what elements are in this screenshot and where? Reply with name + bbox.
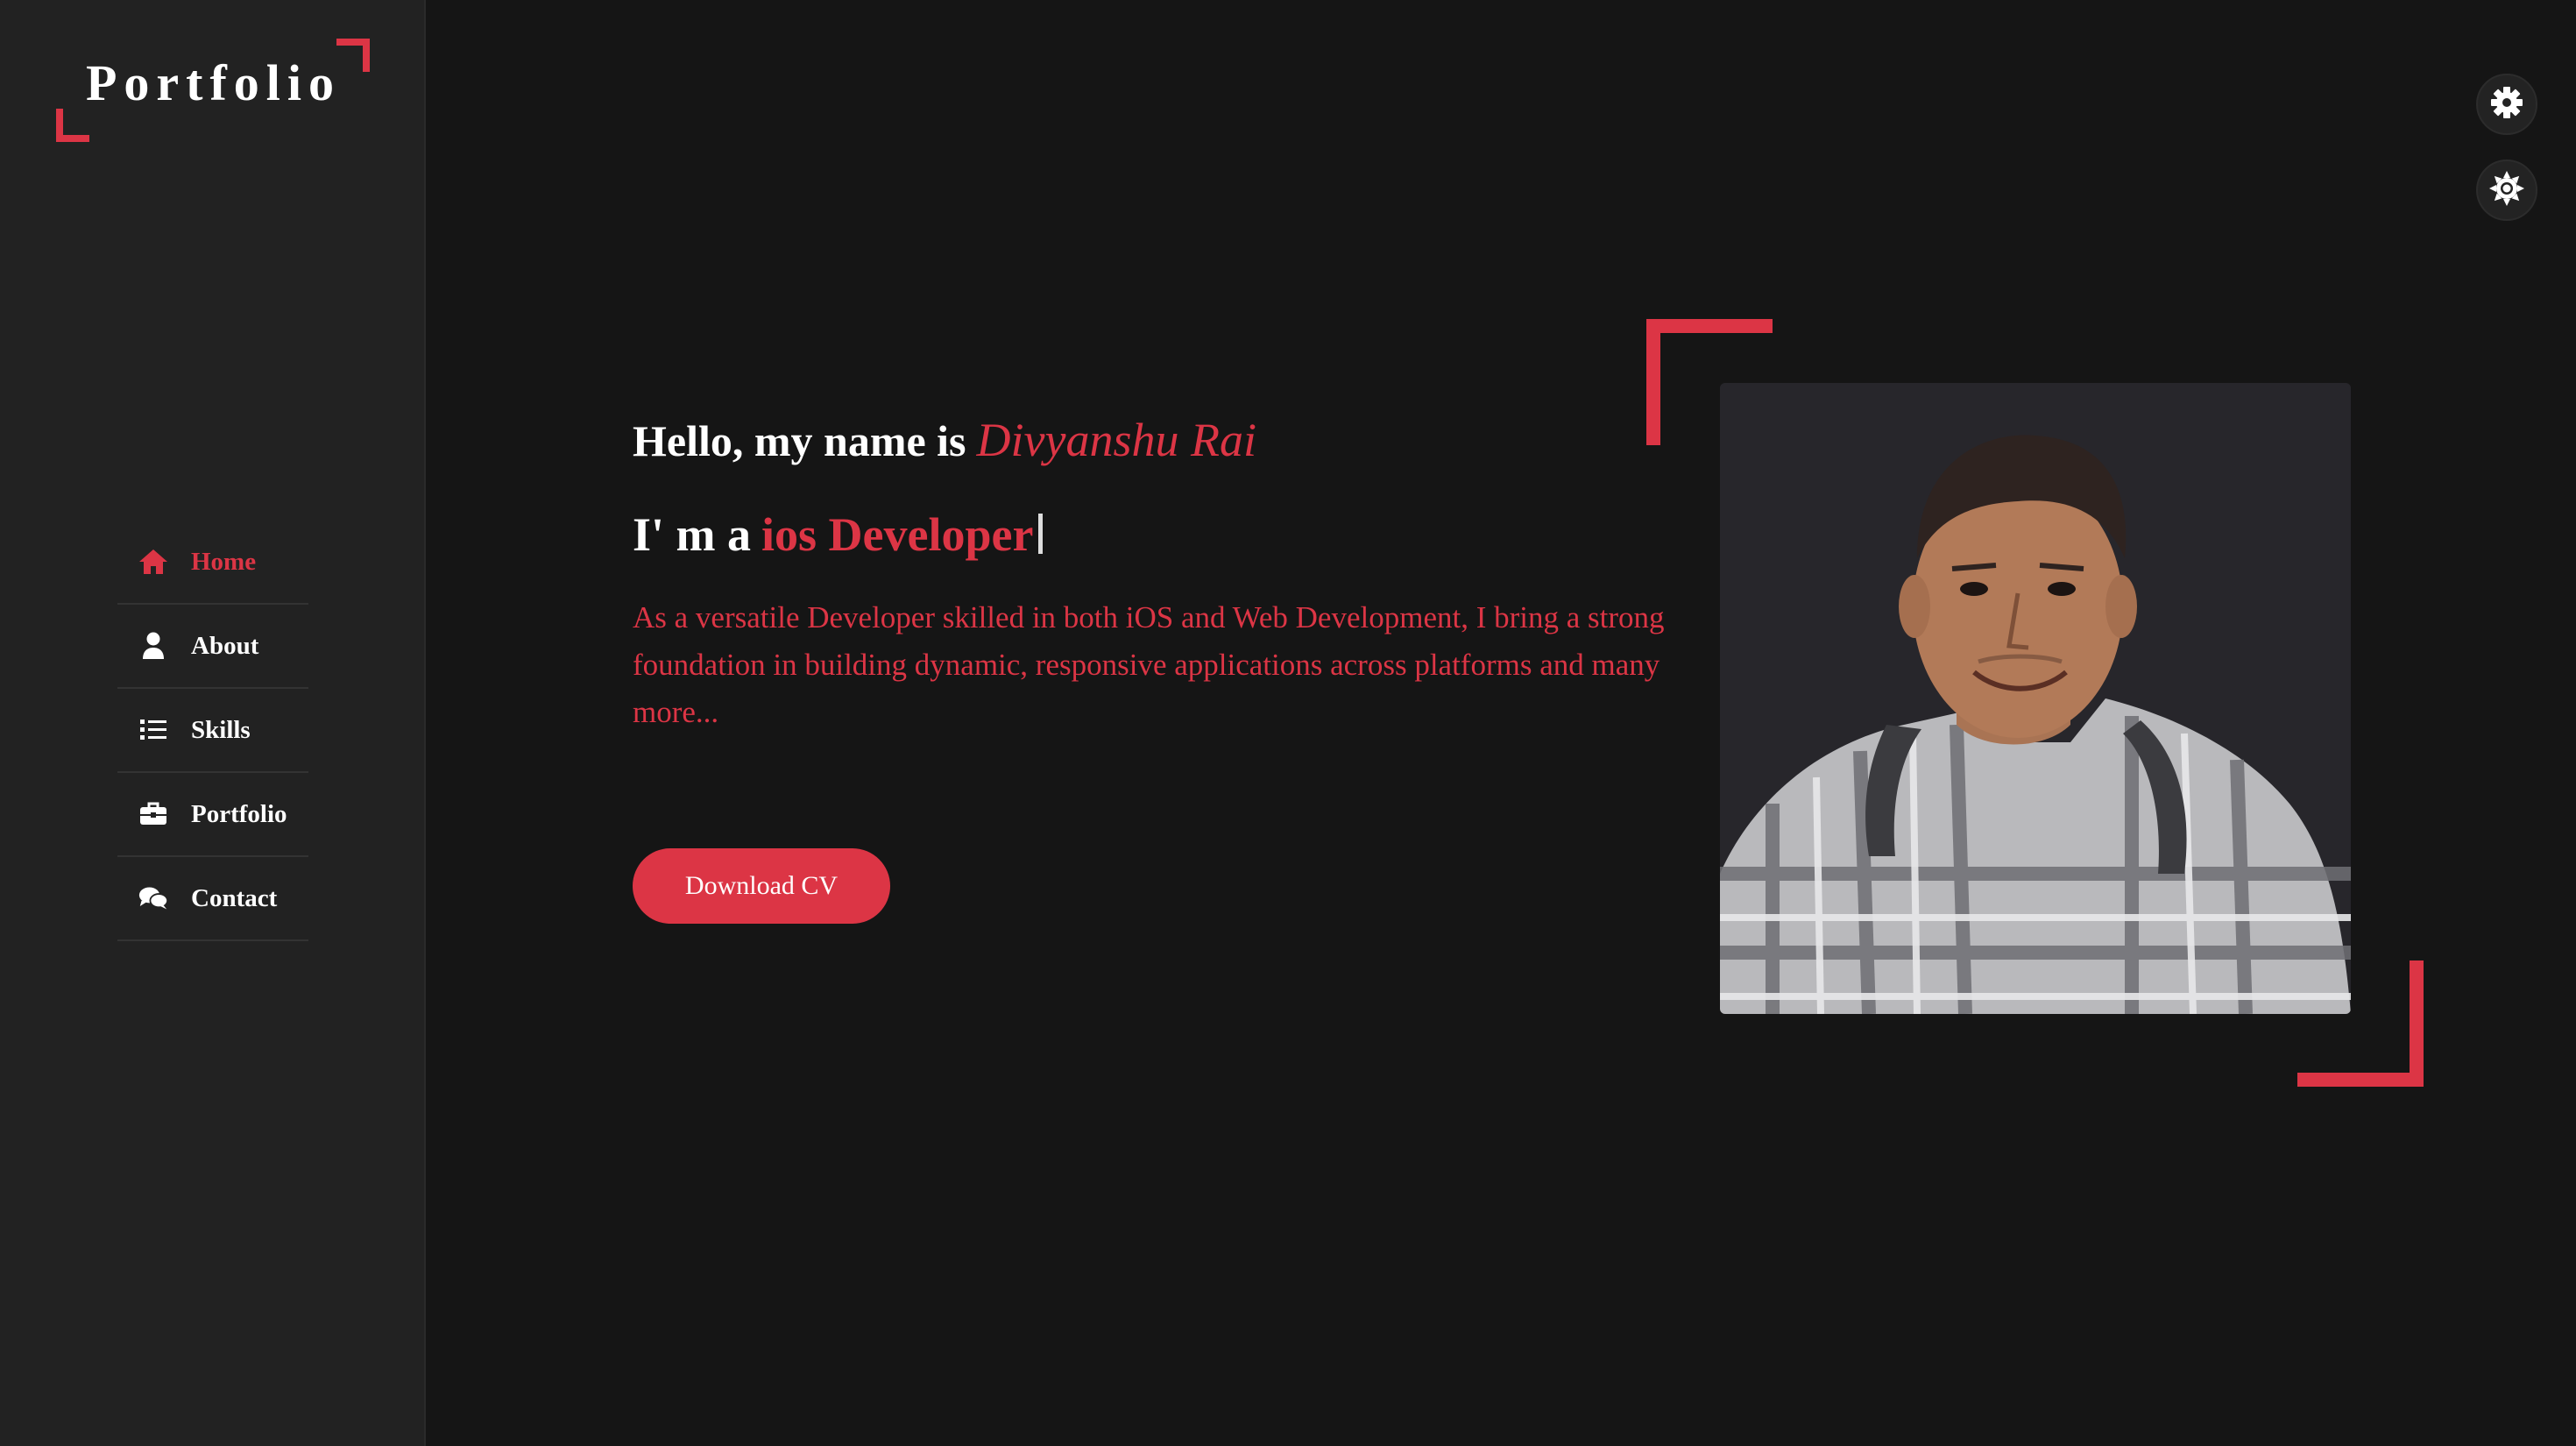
hero-description: As a versatile Developer skilled in both… xyxy=(633,600,1665,729)
logo-corner-top-right xyxy=(336,39,370,72)
theme-toggle-button[interactable] xyxy=(2476,159,2537,221)
hero-greeting: Hello, my name is Divyanshu Rai xyxy=(633,412,1256,469)
greeting-text: Hello, my name is xyxy=(633,416,966,465)
briefcase-icon xyxy=(138,799,168,829)
sidebar-item-contact[interactable]: Contact xyxy=(117,857,308,941)
download-cv-button[interactable]: Download CV xyxy=(633,848,890,924)
settings-button[interactable] xyxy=(2476,74,2537,135)
comments-icon xyxy=(138,883,168,913)
sidebar-item-skills[interactable]: Skills xyxy=(117,689,308,773)
hero-name: Divyanshu Rai xyxy=(976,414,1256,466)
sidebar: Portfolio Home About Skills Portfolio Co… xyxy=(0,0,426,1446)
sidebar-item-label: Skills xyxy=(191,715,251,744)
sun-icon xyxy=(2489,170,2524,210)
logo-text: Portfolio xyxy=(86,54,342,111)
logo-corner-bottom-left xyxy=(56,109,89,142)
role-prefix: I' m a xyxy=(633,508,751,561)
profile-photo xyxy=(1720,383,2351,1014)
sidebar-nav: Home About Skills Portfolio Contact xyxy=(117,521,308,941)
page: Portfolio Home About Skills Portfolio Co… xyxy=(0,0,2576,1446)
photo-frame-corner-bottom-right xyxy=(2297,960,2424,1087)
list-icon xyxy=(138,715,168,745)
sidebar-item-label: Portfolio xyxy=(191,799,287,828)
sidebar-item-portfolio[interactable]: Portfolio xyxy=(117,773,308,857)
sidebar-item-home[interactable]: Home xyxy=(117,521,308,605)
sidebar-item-label: Contact xyxy=(191,883,278,912)
role-text: ios Developer xyxy=(761,508,1034,561)
sidebar-item-label: Home xyxy=(191,547,257,576)
user-icon xyxy=(138,631,168,661)
home-icon xyxy=(138,547,168,577)
hero-role: I' m a ios Developer xyxy=(633,507,1044,564)
sidebar-item-label: About xyxy=(191,631,259,660)
typing-cursor xyxy=(1038,514,1044,554)
gear-icon xyxy=(2490,86,2523,124)
logo[interactable]: Portfolio xyxy=(56,39,370,142)
profile-photo-illustration xyxy=(1720,383,2351,1014)
sidebar-item-about[interactable]: About xyxy=(117,605,308,689)
